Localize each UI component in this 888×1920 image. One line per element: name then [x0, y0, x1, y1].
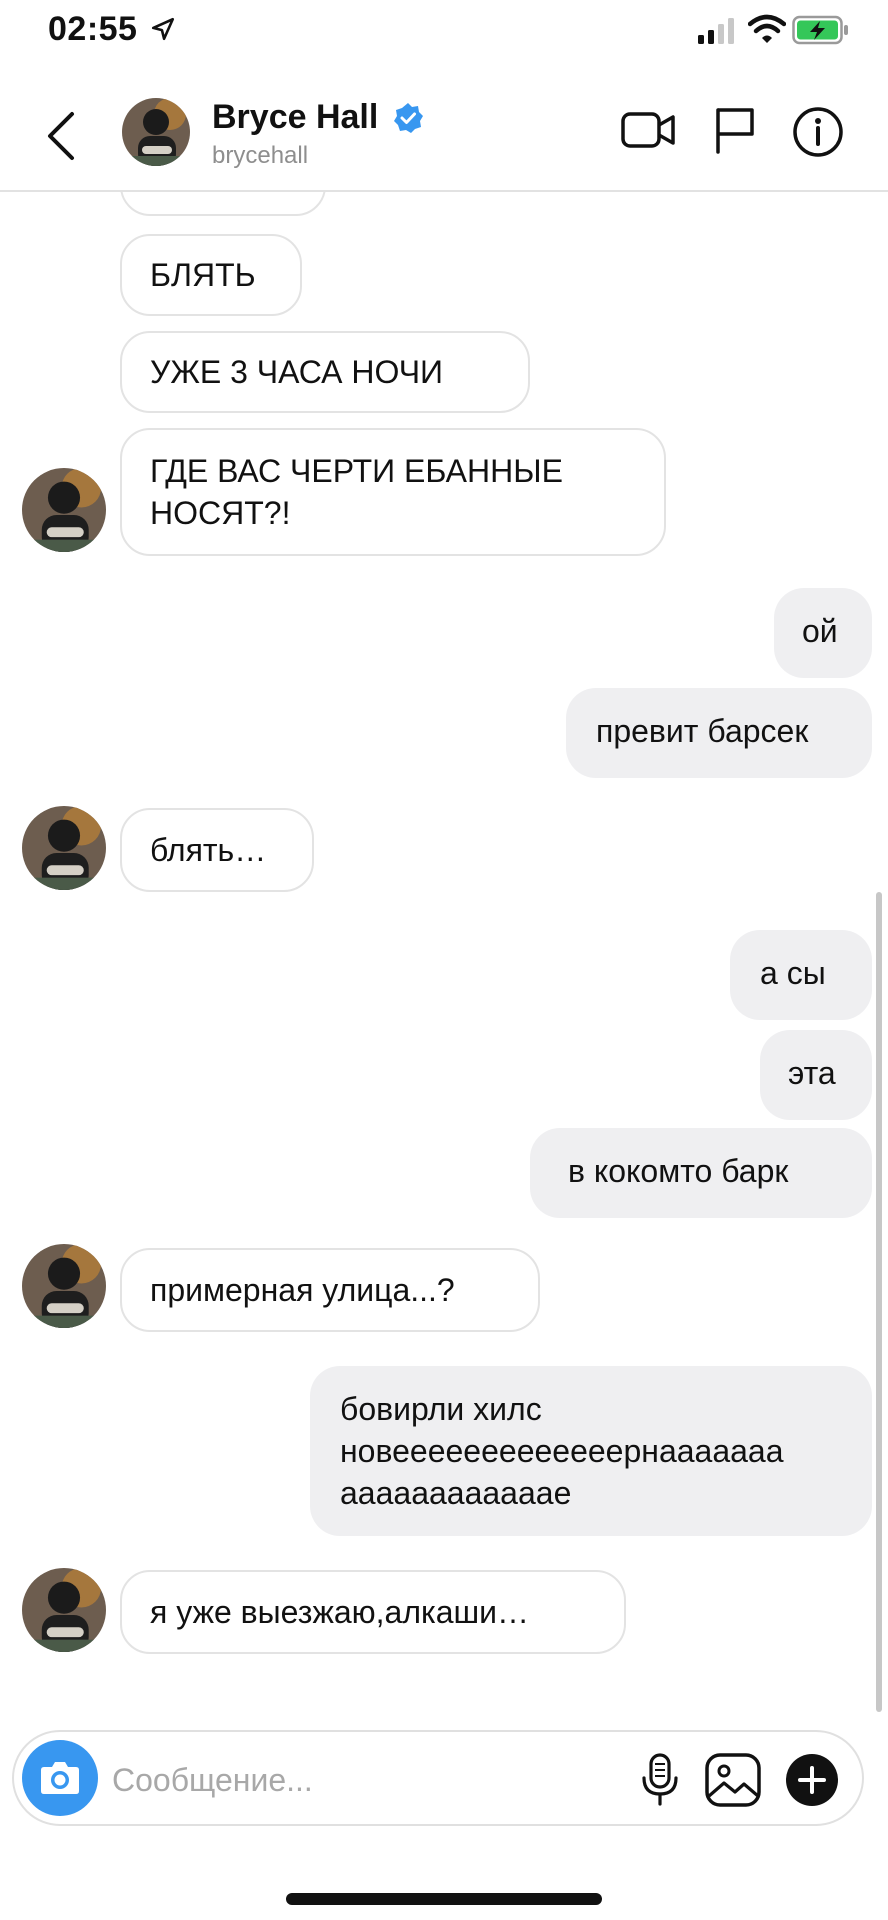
- message-text: блять…: [150, 832, 267, 868]
- profile-photo-icon: [22, 468, 106, 552]
- incoming-message-bubble[interactable]: примерная улица...?: [120, 1248, 540, 1332]
- video-call-icon[interactable]: [620, 108, 676, 152]
- message-text: в кокомто барк: [568, 1153, 789, 1189]
- profile-photo-icon: [122, 98, 190, 166]
- outgoing-message-bubble[interactable]: бовирли хилс новееееееееееееернааааааа а…: [310, 1366, 872, 1536]
- message-composer: [12, 1730, 864, 1826]
- message-text: а сы: [760, 955, 826, 991]
- message-text: ГДЕ ВАС ЧЕРТИ ЕБАННЫЕ: [150, 453, 563, 489]
- message-text: НОСЯТ?!: [150, 495, 291, 531]
- cellular-signal-icon: [698, 18, 734, 44]
- incoming-message-bubble[interactable]: БЛЯТЬ: [120, 234, 302, 316]
- outgoing-message-bubble[interactable]: эта: [760, 1030, 872, 1120]
- message-text: УЖЕ 3 ЧАСА НОЧИ: [150, 354, 444, 390]
- plus-icon[interactable]: [786, 1754, 838, 1806]
- status-time: 02:55: [48, 10, 138, 48]
- incoming-message-bubble[interactable]: ГДЕ ВАС ЧЕРТИ ЕБАННЫЕ НОСЯТ?!: [120, 428, 666, 556]
- contact-name[interactable]: Bryce Hall: [212, 98, 378, 137]
- gallery-icon[interactable]: [704, 1752, 762, 1808]
- message-text: эта: [788, 1055, 836, 1091]
- incoming-message-bubble[interactable]: я уже выезжаю,алкаши…: [120, 1570, 626, 1654]
- profile-photo-icon: [22, 1244, 106, 1328]
- microphone-icon[interactable]: [640, 1752, 680, 1808]
- back-arrow-icon[interactable]: [44, 110, 78, 162]
- outgoing-message-bubble[interactable]: в кокомто барк: [530, 1128, 872, 1218]
- sender-avatar[interactable]: [22, 1568, 106, 1652]
- message-thread[interactable]: БЛЯТЬ УЖЕ 3 ЧАСА НОЧИ ГДЕ ВАС ЧЕРТИ ЕБАН…: [0, 192, 888, 1722]
- message-text: бовирли хилс: [340, 1391, 542, 1427]
- contact-avatar[interactable]: [122, 98, 190, 166]
- message-text: аааааааааааае: [340, 1475, 572, 1511]
- location-arrow-icon: [151, 17, 175, 41]
- battery-charging-icon: [792, 15, 848, 45]
- incoming-message-bubble[interactable]: [120, 192, 326, 216]
- message-text: ой: [802, 613, 838, 649]
- home-indicator[interactable]: [286, 1893, 602, 1905]
- status-bar: 02:55: [0, 0, 888, 72]
- message-text: БЛЯТЬ: [150, 257, 256, 293]
- camera-icon: [41, 1762, 79, 1794]
- contact-username: brycehall: [212, 142, 309, 169]
- outgoing-message-bubble[interactable]: а сы: [730, 930, 872, 1020]
- profile-photo-icon: [22, 806, 106, 890]
- sender-avatar[interactable]: [22, 806, 106, 890]
- camera-button[interactable]: [22, 1740, 98, 1816]
- outgoing-message-bubble[interactable]: превит барсек: [566, 688, 872, 778]
- verified-badge-icon: [394, 103, 423, 133]
- chat-header: Bryce Hall brycehall: [0, 78, 888, 192]
- message-input[interactable]: [112, 1758, 512, 1802]
- report-flag-icon[interactable]: [712, 106, 756, 154]
- message-text: превит барсек: [596, 713, 809, 749]
- message-text: примерная улица...?: [150, 1272, 455, 1308]
- sender-avatar[interactable]: [22, 1244, 106, 1328]
- message-text: я уже выезжаю,алкаши…: [150, 1594, 530, 1630]
- incoming-message-bubble[interactable]: УЖЕ 3 ЧАСА НОЧИ: [120, 331, 530, 413]
- profile-photo-icon: [22, 1568, 106, 1652]
- info-icon[interactable]: [792, 106, 844, 158]
- wifi-icon: [748, 14, 786, 43]
- outgoing-message-bubble[interactable]: ой: [774, 588, 872, 678]
- thread-scrollbar[interactable]: [876, 892, 882, 1712]
- sender-avatar[interactable]: [22, 468, 106, 552]
- incoming-message-bubble[interactable]: блять…: [120, 808, 314, 892]
- message-text: новееееееееееееернааааааа: [340, 1433, 784, 1469]
